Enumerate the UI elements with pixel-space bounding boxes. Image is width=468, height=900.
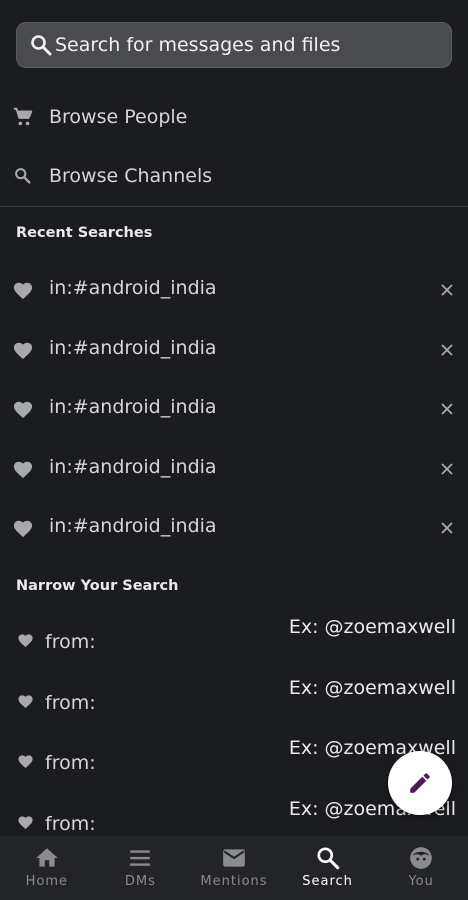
heart-icon bbox=[13, 401, 33, 419]
heart-icon bbox=[13, 282, 33, 300]
narrow-search-item[interactable]: from: Ex: @zoemaxwell bbox=[0, 677, 468, 733]
browse-channels-row[interactable]: Browse Channels bbox=[0, 148, 468, 204]
recent-search-label: in:#android_india bbox=[49, 515, 217, 537]
nav-you-label: You bbox=[408, 874, 434, 889]
nav-mentions[interactable]: Mentions bbox=[187, 836, 281, 900]
close-icon[interactable] bbox=[440, 283, 454, 297]
nav-search-label: Search bbox=[302, 874, 353, 889]
recent-searches-title: Recent Searches bbox=[16, 225, 153, 241]
heart-icon bbox=[18, 694, 33, 708]
nav-you[interactable]: You bbox=[374, 836, 468, 900]
close-icon[interactable] bbox=[440, 343, 454, 357]
narrow-search-example: Ex: @zoemaxwell bbox=[288, 616, 456, 638]
narrow-search-example: Ex: @zoemaxwell bbox=[288, 676, 456, 699]
recent-search-label: in:#android_india bbox=[49, 277, 217, 299]
close-icon[interactable] bbox=[440, 521, 454, 535]
search-icon bbox=[31, 35, 52, 56]
narrow-search-item[interactable]: from: Ex: @zoemaxwell bbox=[0, 616, 468, 672]
divider bbox=[0, 206, 468, 207]
mail-icon bbox=[223, 849, 245, 867]
home-icon bbox=[35, 848, 58, 867]
heart-icon bbox=[18, 815, 33, 829]
search-icon bbox=[317, 847, 339, 870]
browse-people-row[interactable]: Browse People bbox=[0, 89, 468, 145]
nav-home-label: Home bbox=[25, 874, 68, 889]
cart-icon bbox=[13, 107, 33, 126]
search-icon bbox=[15, 168, 31, 184]
nav-dms[interactable]: DMs bbox=[94, 836, 188, 900]
nav-search[interactable]: Search bbox=[281, 836, 375, 900]
menu-icon bbox=[130, 850, 151, 866]
search-bar[interactable]: Search for messages and files bbox=[16, 22, 452, 68]
nav-dms-label: DMs bbox=[124, 874, 156, 889]
compose-button[interactable] bbox=[388, 751, 452, 815]
browse-people-label: Browse People bbox=[49, 106, 188, 128]
close-icon[interactable] bbox=[440, 462, 454, 476]
close-icon[interactable] bbox=[440, 402, 454, 416]
narrow-search-label: from: bbox=[45, 691, 96, 714]
search-placeholder: Search for messages and files bbox=[55, 34, 341, 56]
recent-search-label: in:#android_india bbox=[49, 396, 217, 418]
recent-search-label: in:#android_india bbox=[49, 336, 217, 359]
nav-home[interactable]: Home bbox=[0, 836, 94, 900]
heart-icon bbox=[18, 634, 33, 648]
face-icon bbox=[410, 847, 433, 869]
heart-icon bbox=[13, 520, 33, 538]
recent-search-label: in:#android_india bbox=[49, 455, 217, 478]
heart-icon bbox=[18, 755, 33, 769]
recent-search-item[interactable]: in:#android_india bbox=[0, 262, 468, 318]
narrow-search-label: from: bbox=[45, 752, 96, 774]
narrow-search-label: from: bbox=[45, 812, 96, 835]
pencil-icon bbox=[410, 773, 430, 793]
narrow-search-label: from: bbox=[45, 631, 96, 653]
recent-search-item[interactable]: in:#android_india bbox=[0, 381, 468, 437]
bottom-nav: Home DMs Mentions Search You bbox=[0, 836, 468, 900]
recent-search-item[interactable]: in:#android_india bbox=[0, 441, 468, 497]
heart-icon bbox=[13, 342, 33, 359]
heart-icon bbox=[13, 461, 33, 478]
narrow-search-title: Narrow Your Search bbox=[16, 578, 179, 594]
recent-search-item[interactable]: in:#android_india bbox=[0, 322, 468, 378]
nav-mentions-label: Mentions bbox=[200, 874, 268, 889]
browse-channels-label: Browse Channels bbox=[49, 165, 213, 187]
recent-search-item[interactable]: in:#android_india bbox=[0, 500, 468, 556]
